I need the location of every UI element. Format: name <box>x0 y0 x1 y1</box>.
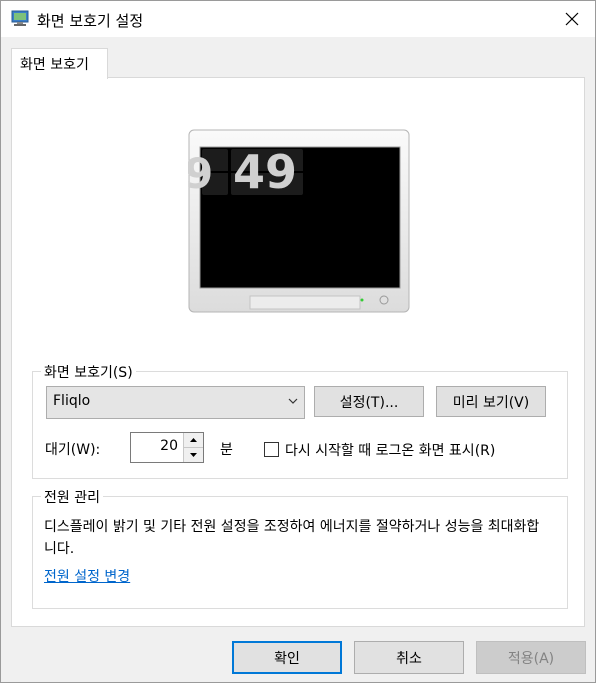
cancel-button[interactable]: 취소 <box>354 641 464 674</box>
apply-button: 적용(A) <box>476 641 586 674</box>
triangle-up-icon <box>190 438 197 442</box>
screensaver-settings-window: 화면 보호기 설정 화면 보호기 9 49 화면 보호기(S) Fliqlo 설… <box>0 0 596 683</box>
power-description: 디스플레이 밝기 및 기타 전원 설정을 조정하여 에너지를 절약하거나 성능을… <box>44 519 540 557</box>
title-bar: 화면 보호기 설정 <box>1 1 595 37</box>
screensaver-group-legend: 화면 보호기(S) <box>41 362 136 382</box>
resume-logon-label[interactable]: 다시 시작할 때 로그온 화면 표시(R) <box>285 440 495 460</box>
wait-minutes-value: 20 <box>160 438 178 454</box>
power-group-legend: 전원 관리 <box>41 487 103 507</box>
tab-screensaver[interactable]: 화면 보호기 <box>11 48 108 79</box>
change-power-settings-link[interactable]: 전원 설정 변경 <box>44 566 130 586</box>
settings-button-label: 설정(T)... <box>339 394 399 411</box>
settings-button[interactable]: 설정(T)... <box>314 386 424 417</box>
screensaver-select[interactable]: Fliqlo <box>46 386 305 419</box>
ok-button[interactable]: 확인 <box>232 641 342 674</box>
close-icon <box>565 12 579 26</box>
tab-label: 화면 보호기 <box>20 57 89 73</box>
apply-button-label: 적용(A) <box>507 650 555 667</box>
triangle-down-icon <box>190 453 197 457</box>
close-button[interactable] <box>549 1 595 37</box>
stepper-up-button[interactable] <box>184 433 203 448</box>
wait-label: 대기(W): <box>45 442 101 458</box>
display-settings-icon <box>11 10 29 26</box>
clock-digits: 49 <box>233 145 297 199</box>
clock-partial-digit: 9 <box>188 149 213 198</box>
ok-button-label: 확인 <box>274 650 300 667</box>
chevron-down-icon <box>288 398 298 404</box>
screensaver-selected-value: Fliqlo <box>53 393 91 409</box>
stepper-down-button[interactable] <box>184 448 203 462</box>
tab-panel: 9 49 화면 보호기(S) Fliqlo 설정(T)... 미리 보기(V) … <box>11 77 585 627</box>
wait-minutes-stepper[interactable]: 20 <box>130 432 204 463</box>
preview-button[interactable]: 미리 보기(V) <box>436 386 546 417</box>
window-title: 화면 보호기 설정 <box>37 12 144 30</box>
preview-button-label: 미리 보기(V) <box>452 394 530 411</box>
cancel-button-label: 취소 <box>396 650 422 667</box>
resume-logon-checkbox[interactable] <box>264 442 279 457</box>
monitor-preview: 9 49 <box>188 129 410 313</box>
stepper-buttons <box>183 433 203 462</box>
wait-unit-label: 분 <box>220 442 233 458</box>
